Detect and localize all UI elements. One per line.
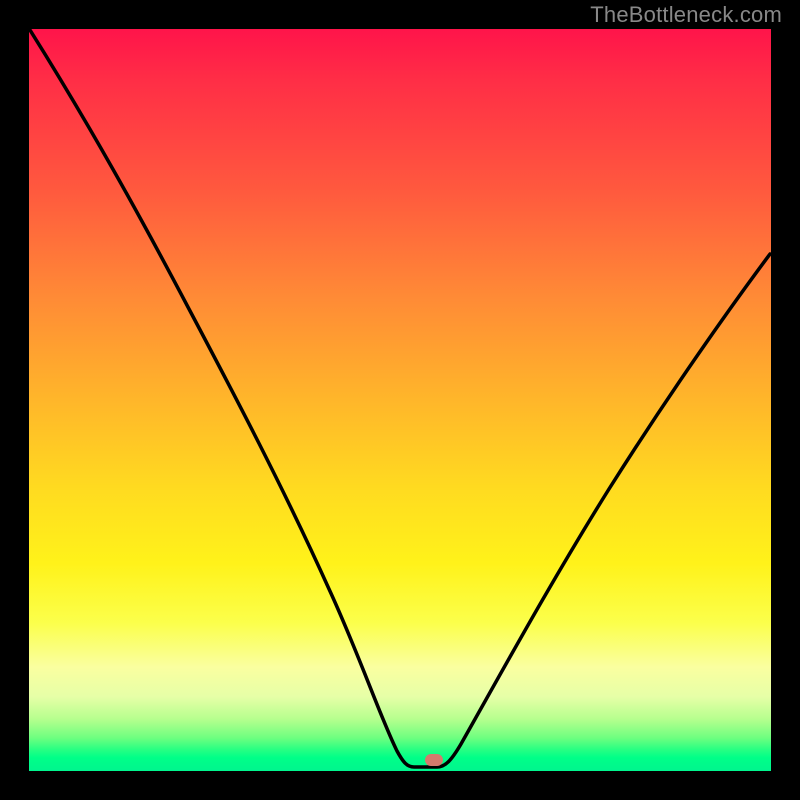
chart-frame: TheBottleneck.com xyxy=(0,0,800,800)
watermark-text: TheBottleneck.com xyxy=(590,2,782,28)
optimal-marker-icon xyxy=(425,754,443,766)
curve-svg xyxy=(29,29,771,771)
bottleneck-curve-path xyxy=(30,30,770,767)
plot-area xyxy=(29,29,771,771)
